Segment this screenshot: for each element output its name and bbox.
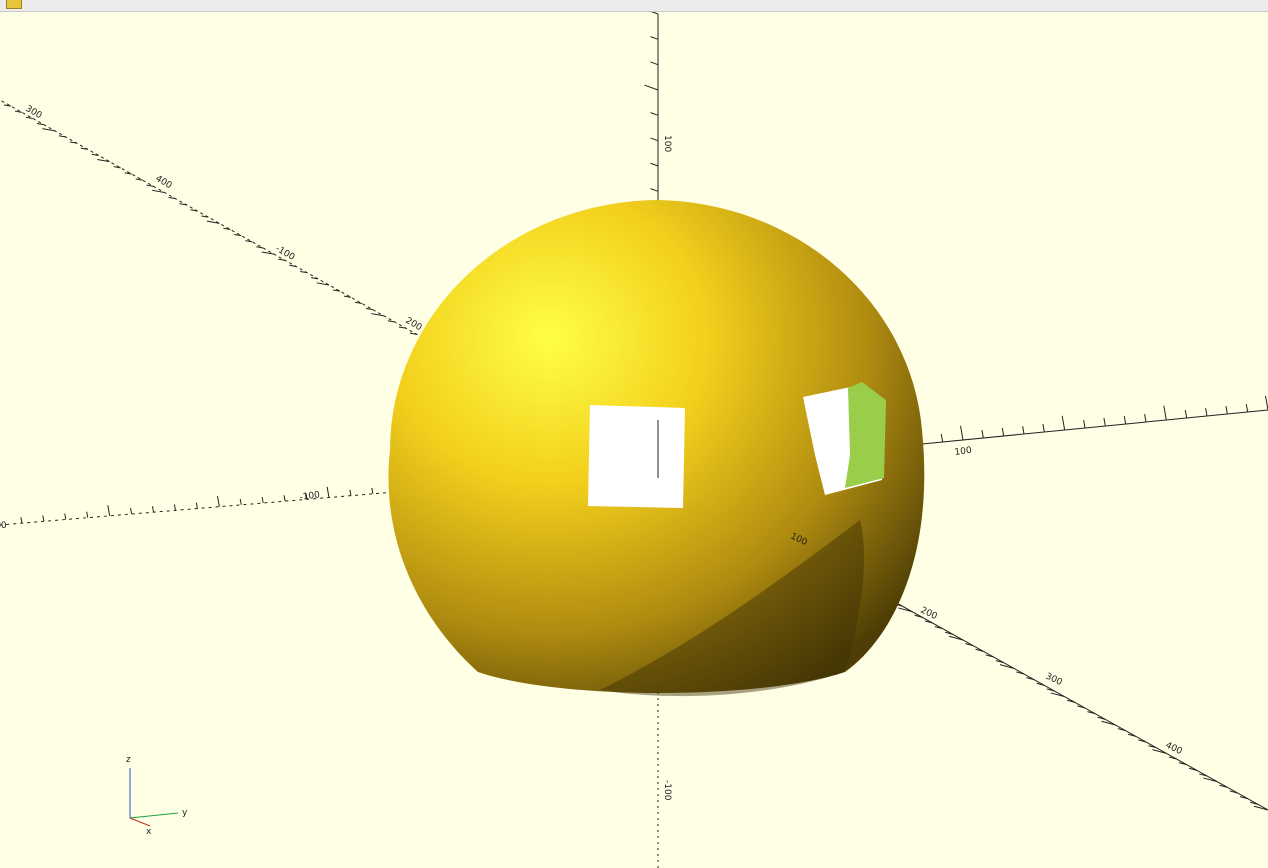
axis-tick (999, 664, 1014, 669)
label-y-positive: 100 (954, 446, 973, 458)
axis-tick (1152, 749, 1167, 754)
axis-tick (960, 425, 964, 441)
axis-tick (898, 607, 913, 613)
axis-tick (14, 110, 23, 113)
label-x-negative-200: 200 (0, 521, 8, 533)
axis-tick (278, 258, 286, 261)
label-z-negative: -100 (662, 780, 672, 801)
axis-tick (151, 506, 155, 513)
axis-tick (650, 61, 659, 66)
axis-tick (261, 497, 264, 504)
axis-tick (256, 246, 264, 249)
axis-tick (113, 166, 121, 169)
axis-tick (650, 112, 659, 116)
axis-tick (650, 162, 659, 167)
axis-tick (343, 295, 352, 298)
axis-tick (1050, 692, 1065, 698)
axis-tick (1101, 720, 1116, 726)
axis-tick (650, 188, 659, 192)
axis-tick (1203, 777, 1218, 783)
3d-viewport[interactable]: 100 -100 100 200 -100 100 200 300 400 30… (0, 12, 1268, 868)
axis-tick (1245, 404, 1249, 413)
axis-tick (1001, 428, 1005, 437)
axis-tick (1042, 424, 1045, 433)
axis-tick (107, 505, 111, 516)
axis-tick (86, 511, 89, 518)
axis-tick (371, 487, 374, 494)
axis-tick (326, 486, 330, 498)
orientation-gizmo: z y x (126, 755, 188, 837)
axis-tick (130, 508, 133, 515)
axis-tick (146, 184, 154, 187)
axis-tick (1163, 405, 1167, 421)
axis-tick (1225, 406, 1228, 415)
label-y-negative-400: 400 (154, 174, 174, 191)
axis-tick (152, 189, 165, 193)
label-x-positive-200: 200 (919, 606, 939, 622)
axis-tick (239, 498, 242, 505)
axis-tick (1083, 420, 1086, 429)
axis-tick (1022, 426, 1025, 435)
axis-tick (25, 116, 33, 119)
axis-tick (1205, 408, 1208, 417)
axis-tick (387, 320, 395, 323)
gizmo-x-label: x (146, 827, 152, 837)
axis-tick (1184, 410, 1188, 419)
axis-tick (651, 12, 659, 15)
square-hole-front (588, 405, 685, 508)
cut-face-green (845, 382, 886, 488)
axis-tick (234, 233, 242, 237)
axis-tick (1123, 416, 1127, 425)
status-bar (0, 0, 1268, 12)
axis-tick (650, 36, 659, 40)
axis-tick (354, 301, 362, 304)
axis-tick (42, 128, 55, 132)
label-x-negative-100: -100 (299, 490, 321, 503)
axis-tick (981, 430, 984, 439)
axis-tick (36, 122, 44, 126)
axis-tick (3, 104, 12, 107)
axis-tick (245, 240, 253, 243)
axis-tick (135, 178, 143, 181)
axis-tick (1144, 414, 1147, 423)
axis-tick (20, 517, 23, 524)
axis-tick (216, 495, 220, 507)
label-x-positive-400: 400 (1164, 741, 1184, 757)
gizmo-y-label: y (182, 808, 188, 818)
viewport-canvas[interactable]: 100 -100 100 200 -100 100 200 300 400 30… (0, 12, 1268, 868)
axis-tick (349, 489, 352, 496)
app-icon (6, 0, 22, 9)
axis-tick (371, 313, 384, 317)
axis-tick (644, 84, 659, 91)
axis-tick (64, 513, 67, 520)
label-z-positive: 100 (662, 135, 672, 152)
axis-tick (195, 502, 198, 509)
axis-tick (650, 137, 659, 142)
label-y-negative-200: 200 (404, 316, 424, 333)
axis-tick (1103, 418, 1106, 427)
axis-tick (261, 251, 275, 255)
gizmo-z-label: z (126, 755, 131, 765)
axis-tick (948, 635, 964, 641)
axis-tick (42, 515, 45, 522)
rendered-object[interactable] (388, 200, 925, 697)
axis-tick (1061, 415, 1066, 431)
axis-tick (940, 434, 944, 443)
axis-tick (173, 504, 176, 511)
label-x-positive-300: 300 (1044, 672, 1064, 688)
axis-tick (1253, 805, 1268, 811)
axis-tick (283, 495, 286, 502)
axis-tick (124, 172, 132, 175)
axis-tick (365, 307, 373, 311)
